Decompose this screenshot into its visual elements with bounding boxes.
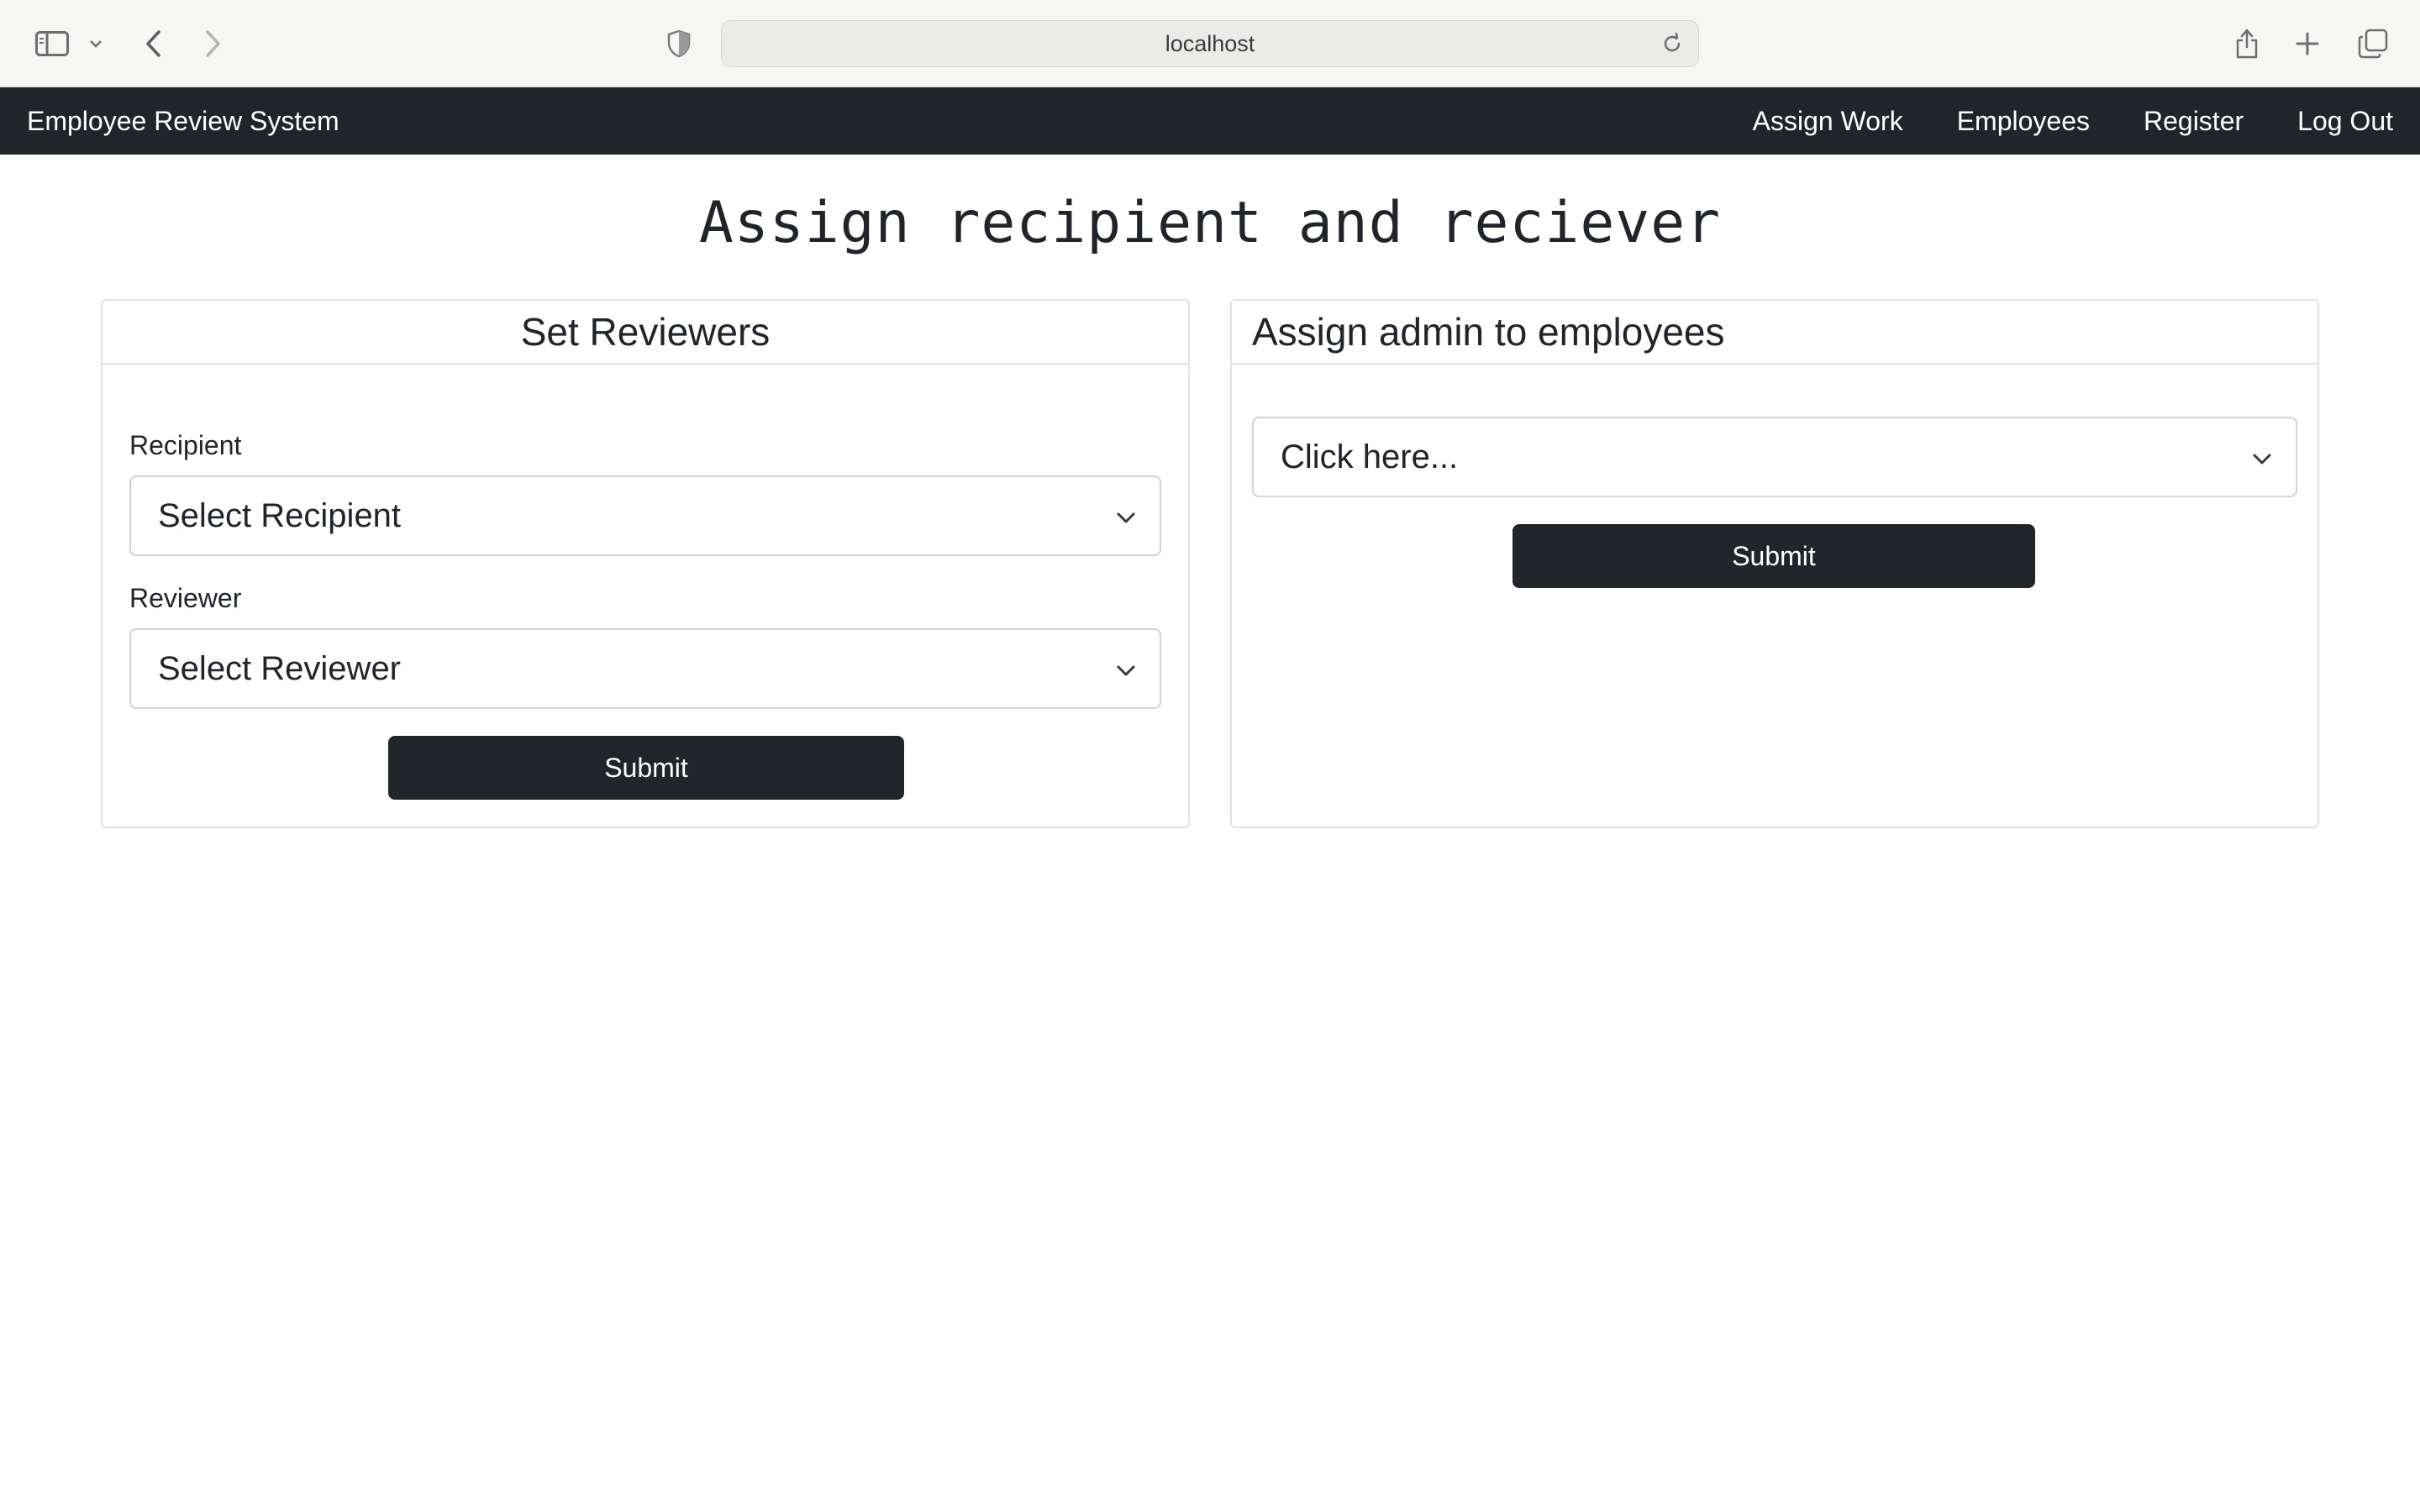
tab-overview-icon[interactable] [2353,24,2393,64]
url-text: localhost [1165,30,1255,56]
app-navbar: Employee Review System Assign Work Emplo… [0,87,2420,155]
set-reviewers-submit-button[interactable]: Submit [388,736,904,800]
reviewer-select[interactable]: Select Reviewer [129,628,1161,709]
reviewer-select-value: Select Reviewer [158,649,402,687]
new-tab-icon[interactable] [2289,24,2326,64]
assign-admin-card: Assign admin to employees Click here... … [1230,299,2319,828]
nav-link-register[interactable]: Register [2144,106,2244,137]
navbar-brand[interactable]: Employee Review System [27,106,339,137]
nav-link-assign-work[interactable]: Assign Work [1753,106,1903,137]
page-title: Assign recipient and reciever [698,190,1722,256]
chevron-down-icon [1117,512,1135,523]
set-reviewers-header: Set Reviewers [103,301,1188,365]
chevron-down-icon [1117,665,1135,676]
address-bar[interactable]: localhost [721,20,1699,67]
reviewer-label: Reviewer [129,583,242,613]
recipient-label: Recipient [129,430,242,460]
chevron-down-icon[interactable] [86,24,106,64]
nav-link-log-out[interactable]: Log Out [2297,106,2393,137]
privacy-shield-icon[interactable] [660,24,697,64]
employee-select[interactable]: Click here... [1252,417,2297,497]
browser-toolbar: localhost [0,0,2420,87]
chevron-down-icon [2253,454,2271,465]
recipient-select-value: Select Recipient [158,496,402,534]
assign-admin-submit-button[interactable]: Submit [1512,524,2035,588]
forward-icon[interactable] [195,24,232,64]
sidebar-toggle-icon[interactable] [32,24,72,64]
nav-link-employees[interactable]: Employees [1957,106,2090,137]
reload-icon[interactable] [1658,29,1686,58]
assign-admin-header: Assign admin to employees [1232,301,2317,365]
navbar-links: Assign Work Employees Register Log Out [1753,87,2393,155]
employee-select-value: Click here... [1281,438,1459,475]
recipient-select[interactable]: Select Recipient [129,475,1161,556]
set-reviewers-card: Set Reviewers Recipient Select Recipient… [101,299,1190,828]
share-icon[interactable] [2228,24,2265,64]
back-icon[interactable] [134,24,171,64]
